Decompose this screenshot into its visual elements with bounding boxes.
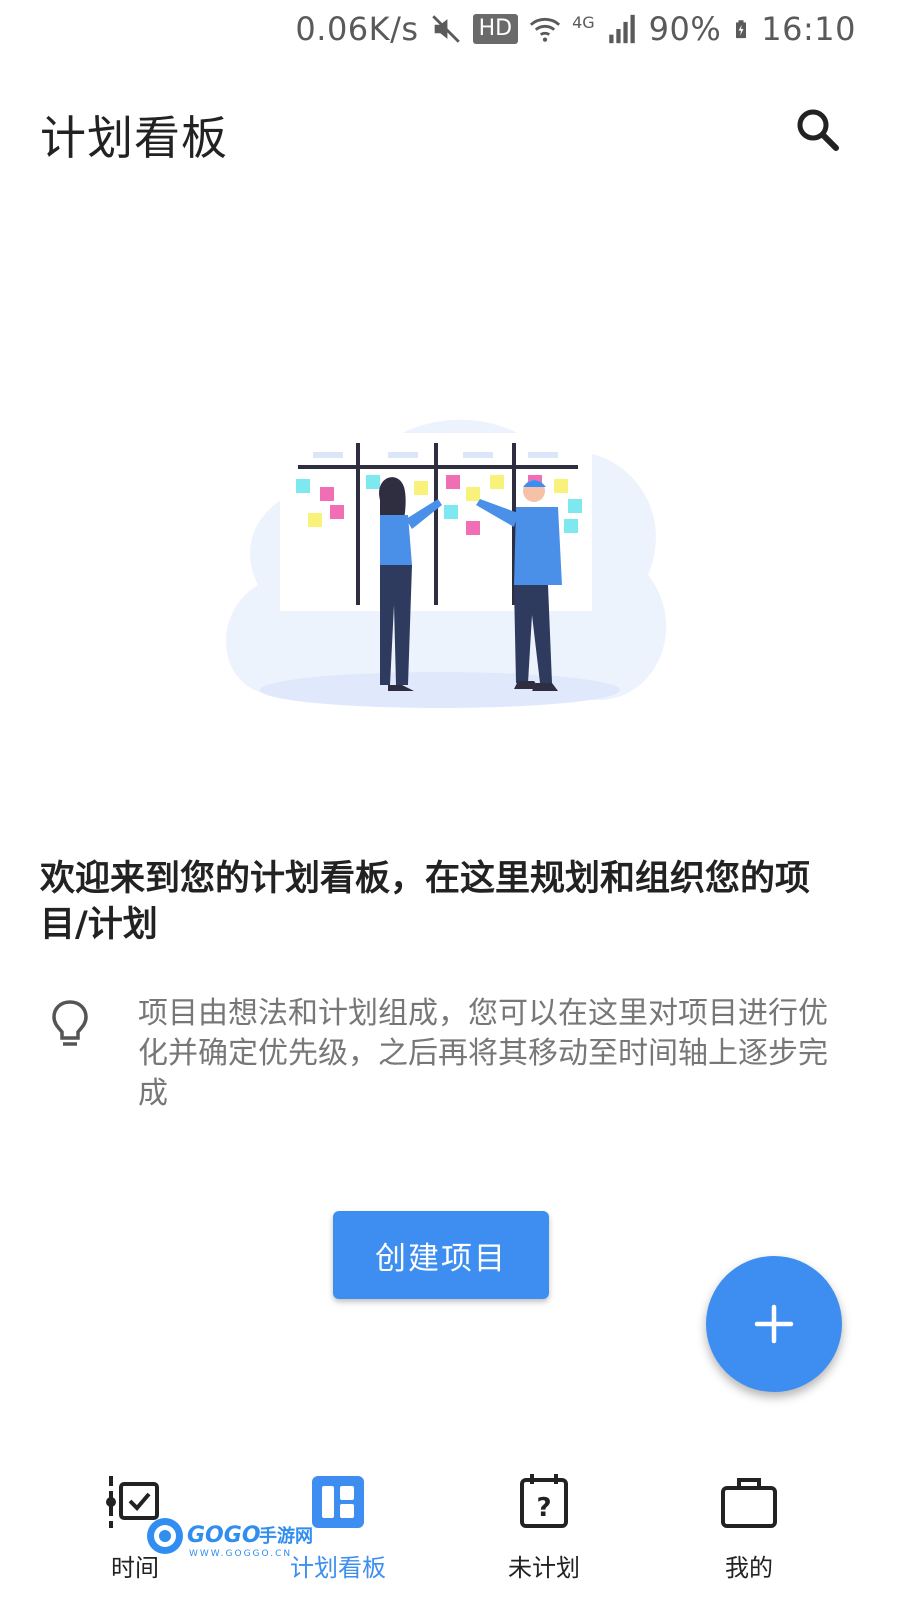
- watermark-logo: GOGO 手游网 WWW.GOGGO.CN: [145, 1514, 317, 1560]
- svg-text:GOGO: GOGO: [187, 1523, 261, 1548]
- kanban-illustration: [218, 395, 668, 715]
- status-bar: 0.06K/s HD 4G 90% 16:10: [0, 0, 900, 62]
- network-speed: 0.06K/s: [295, 10, 419, 48]
- search-icon: [797, 109, 839, 151]
- search-button[interactable]: [792, 104, 844, 156]
- network-type: 4G: [572, 12, 595, 32]
- clock: 16:10: [761, 10, 856, 48]
- battery-level: 90%: [648, 10, 722, 48]
- briefcase-icon: [721, 1478, 777, 1528]
- hd-badge: HD: [472, 14, 519, 44]
- nav-label-unplanned: 未计划: [508, 1554, 580, 1582]
- plus-icon: [754, 1304, 794, 1344]
- kanban-board-icon: [312, 1476, 364, 1528]
- svg-text:?: ?: [536, 1493, 551, 1523]
- signal-icon: [608, 14, 635, 44]
- calendar-question-icon: ?: [520, 1474, 568, 1528]
- nav-item-unplanned[interactable]: ? 未计划: [469, 1450, 619, 1582]
- status-indicators: 0.06K/s HD 4G 90% 16:10: [295, 10, 856, 48]
- lightbulb-icon: [52, 1000, 88, 1046]
- svg-text:手游网: 手游网: [259, 1525, 313, 1547]
- kanban-board-people-illustration: [225, 419, 667, 708]
- create-project-button[interactable]: 创建项目: [333, 1211, 549, 1299]
- page-title: 计划看板: [40, 111, 228, 165]
- svg-text:WWW.GOGGO.CN: WWW.GOGGO.CN: [189, 1549, 292, 1559]
- gogo-watermark: GOGO 手游网 WWW.GOGGO.CN: [147, 1518, 313, 1559]
- nav-label-mine: 我的: [725, 1554, 773, 1582]
- tip-text: 项目由想法和计划组成，您可以在这里对项目进行优化并确定优先级，之后再将其移动至时…: [138, 996, 828, 1111]
- app-header: 计划看板: [0, 92, 900, 172]
- add-fab-button[interactable]: [706, 1256, 842, 1392]
- mute-icon: [431, 15, 460, 43]
- wifi-icon: [529, 17, 561, 42]
- battery-charging-icon: [736, 20, 747, 39]
- nav-item-mine[interactable]: 我的: [674, 1450, 824, 1582]
- bottom-nav: 时间 计划看板 ? 未计划 我的: [0, 1420, 900, 1600]
- welcome-heading: 欢迎来到您的计划看板，在这里规划和组织您的项目/计划: [40, 859, 811, 945]
